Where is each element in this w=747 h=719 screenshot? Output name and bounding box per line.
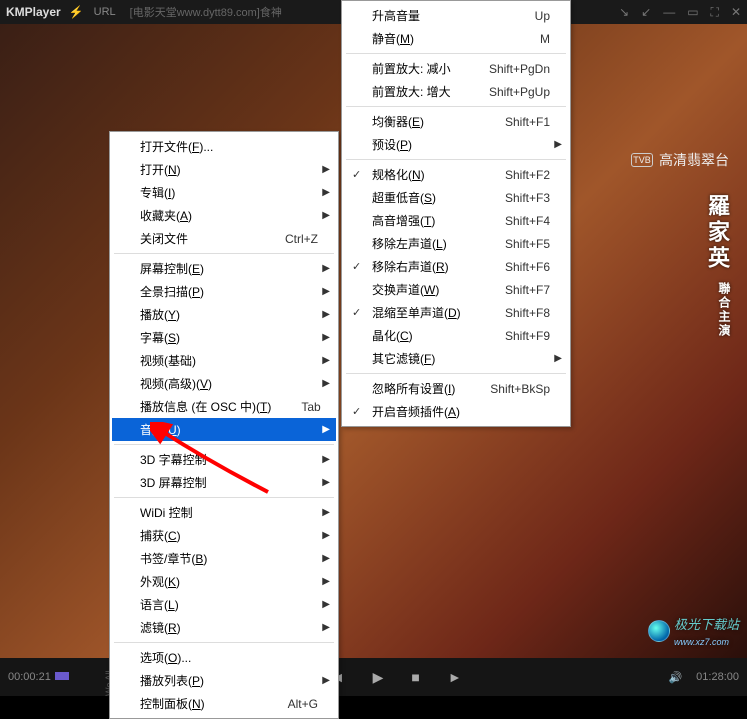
submenu-arrow-icon: ▶ <box>322 263 330 274</box>
menu-item[interactable]: 播放信息 (在 OSC 中)(T)Tab <box>112 395 336 418</box>
menu-separator <box>346 106 566 107</box>
check-icon: ✓ <box>352 306 361 319</box>
submenu-arrow-icon: ▶ <box>322 675 330 686</box>
menu-separator <box>346 373 566 374</box>
tray-icon[interactable]: ↙ <box>641 5 651 20</box>
context-menu-audio: 升高音量Up静音(M)M 前置放大: 减小Shift+PgDn前置放大: 增大Sh… <box>341 0 571 427</box>
pin-icon[interactable]: ↘ <box>619 5 629 20</box>
check-icon: ✓ <box>352 168 361 181</box>
menu-item[interactable]: 其它滤镜(F)▶ <box>344 347 568 370</box>
menu-separator <box>114 444 334 445</box>
video-credits: 羅家英 聯合主演 <box>701 194 733 338</box>
menu-item[interactable]: 前置放大: 减小Shift+PgDn <box>344 57 568 80</box>
site-watermark: 极光下载站 www.xz7.com <box>648 614 739 648</box>
url-label[interactable]: URL <box>94 6 116 18</box>
menu-item[interactable]: 超重低音(S)Shift+F3 <box>344 186 568 209</box>
menu-item[interactable]: 滤镜(R)▶ <box>112 616 336 639</box>
menu-item[interactable]: 音频(U)▶ <box>112 418 336 441</box>
submenu-arrow-icon: ▶ <box>322 553 330 564</box>
context-menu-main: 打开文件(F)...打开(N)▶专辑(I)▶收藏夹(A)▶关闭文件Ctrl+Z 屏… <box>109 131 339 719</box>
submenu-arrow-icon: ▶ <box>322 187 330 198</box>
menu-item[interactable]: 移除左声道(L)Shift+F5 <box>344 232 568 255</box>
total-time: 01:28:00 <box>696 671 739 683</box>
play-button[interactable]: ▶ <box>373 669 384 686</box>
menu-item[interactable]: 捕获(C)▶ <box>112 524 336 547</box>
menu-item[interactable]: ✓规格化(N)Shift+F2 <box>344 163 568 186</box>
check-icon: ✓ <box>352 405 361 418</box>
menu-separator <box>346 159 566 160</box>
menu-item[interactable]: 全景扫描(P)▶ <box>112 280 336 303</box>
menu-item[interactable]: 高音增强(T)Shift+F4 <box>344 209 568 232</box>
submenu-arrow-icon: ▶ <box>322 622 330 633</box>
menu-item[interactable]: 视频(基础)▶ <box>112 349 336 372</box>
submenu-arrow-icon: ▶ <box>322 599 330 610</box>
minimize-icon[interactable]: — <box>663 5 675 20</box>
stop-button[interactable]: ■ <box>411 669 419 685</box>
restore-icon[interactable]: ▭ <box>687 5 698 20</box>
menu-item[interactable]: 屏幕控制(E)▶ <box>112 257 336 280</box>
menu-item[interactable]: 播放列表(P)▶ <box>112 669 336 692</box>
submenu-arrow-icon: ▶ <box>322 477 330 488</box>
close-icon[interactable]: ✕ <box>731 5 741 20</box>
menu-item[interactable]: 均衡器(E)Shift+F1 <box>344 110 568 133</box>
menu-item[interactable]: 外观(K)▶ <box>112 570 336 593</box>
submenu-arrow-icon: ▶ <box>322 164 330 175</box>
menu-item[interactable]: 语言(L)▶ <box>112 593 336 616</box>
menu-item[interactable]: 交换声道(W)Shift+F7 <box>344 278 568 301</box>
menu-separator <box>114 497 334 498</box>
menu-item[interactable]: ✓混缩至单声道(D)Shift+F8 <box>344 301 568 324</box>
menu-separator <box>114 642 334 643</box>
bolt-icon[interactable]: ⚡ <box>69 5 84 19</box>
tvb-logo-icon: TVB <box>631 153 653 167</box>
next-button[interactable]: ► <box>448 669 462 685</box>
menu-item[interactable]: 晶化(C)Shift+F9 <box>344 324 568 347</box>
menu-item[interactable]: 打开文件(F)... <box>112 135 336 158</box>
menu-item[interactable]: 打开(N)▶ <box>112 158 336 181</box>
submenu-arrow-icon: ▶ <box>322 454 330 465</box>
menu-item[interactable]: ✓开启音频插件(A) <box>344 400 568 423</box>
maximize-icon[interactable]: ⛶ <box>711 5 719 20</box>
submenu-arrow-icon: ▶ <box>322 378 330 389</box>
check-icon: ✓ <box>352 260 361 273</box>
submenu-arrow-icon: ▶ <box>322 309 330 320</box>
menu-item[interactable]: 静音(M)M <box>344 27 568 50</box>
menu-item[interactable]: 前置放大: 增大Shift+PgUp <box>344 80 568 103</box>
menu-item[interactable]: 视频(高级)(V)▶ <box>112 372 336 395</box>
watermark-orb-icon <box>648 620 670 642</box>
menu-item[interactable]: 收藏夹(A)▶ <box>112 204 336 227</box>
submenu-arrow-icon: ▶ <box>322 355 330 366</box>
menu-item[interactable]: 播放(Y)▶ <box>112 303 336 326</box>
menu-item[interactable]: 控制面板(N)Alt+G <box>112 692 336 715</box>
submenu-arrow-icon: ▶ <box>322 210 330 221</box>
submenu-arrow-icon: ▶ <box>322 576 330 587</box>
submenu-arrow-icon: ▶ <box>322 332 330 343</box>
submenu-arrow-icon: ▶ <box>322 507 330 518</box>
menu-item[interactable]: 升高音量Up <box>344 4 568 27</box>
menu-item[interactable]: 3D 屏幕控制▶ <box>112 471 336 494</box>
menu-item[interactable]: 3D 字幕控制▶ <box>112 448 336 471</box>
menu-item[interactable]: 专辑(I)▶ <box>112 181 336 204</box>
menu-separator <box>346 53 566 54</box>
menu-item[interactable]: ✓移除右声道(R)Shift+F6 <box>344 255 568 278</box>
menu-item[interactable]: 选项(O)... <box>112 646 336 669</box>
menu-separator <box>114 253 334 254</box>
submenu-arrow-icon: ▶ <box>322 530 330 541</box>
submenu-arrow-icon: ▶ <box>322 424 330 435</box>
submenu-arrow-icon: ▶ <box>322 286 330 297</box>
menu-item[interactable]: 关闭文件Ctrl+Z <box>112 227 336 250</box>
menu-item[interactable]: 书签/章节(B)▶ <box>112 547 336 570</box>
app-logo: KMPlayer <box>6 5 61 19</box>
menu-item[interactable]: WiDi 控制▶ <box>112 501 336 524</box>
volume-icon[interactable]: 🔊 <box>668 671 682 684</box>
elapsed-time: 00:00:21 <box>8 671 98 683</box>
submenu-arrow-icon: ▶ <box>554 139 562 150</box>
submenu-arrow-icon: ▶ <box>554 353 562 364</box>
menu-item[interactable]: 忽略所有设置(I)Shift+BkSp <box>344 377 568 400</box>
menu-item[interactable]: 字幕(S)▶ <box>112 326 336 349</box>
channel-overlay: TVB 高清翡翠台 <box>631 150 729 170</box>
menu-item[interactable]: 预设(P)▶ <box>344 133 568 156</box>
